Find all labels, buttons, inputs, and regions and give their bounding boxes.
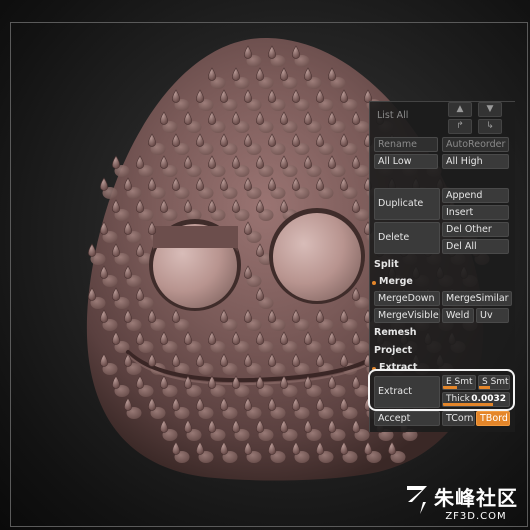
del-other-button[interactable]: Del Other [442,222,509,237]
rename-button[interactable]: Rename [374,137,438,152]
uv-button[interactable]: Uv [476,308,509,323]
arrow-up-right-icon[interactable]: ↱ [448,119,472,134]
delete-button[interactable]: Delete [374,222,440,254]
seed [100,177,108,191]
arrow-down-right-icon[interactable]: ↳ [478,119,502,134]
del-all-button[interactable]: Del All [442,239,509,254]
merge-visible-button[interactable]: MergeVisible [374,308,440,323]
extract-highlight-box [368,369,515,411]
all-low-button[interactable]: All Low [374,154,438,169]
arrow-down-button[interactable]: ▼ [478,102,502,117]
weld-button[interactable]: Weld [442,308,474,323]
merge-indicator-icon [372,281,376,285]
project-section[interactable]: Project [374,345,412,356]
merge-similar-button[interactable]: MergeSimilar [442,291,512,306]
list-all-button[interactable]: List All [374,109,440,124]
seed [88,243,96,257]
append-button[interactable]: Append [442,188,509,203]
watermark-chinese: 朱峰社区 [434,486,518,510]
insert-button[interactable]: Insert [442,205,509,220]
watermark: 朱峰社区 ZF3D.COM [407,482,518,522]
tcorner-button[interactable]: TCorn [442,411,475,426]
tborder-button[interactable]: TBord [476,411,510,426]
seed [112,155,120,169]
auto-reorder-button[interactable]: AutoReorder [442,137,509,152]
left-eye [149,219,241,311]
remesh-section[interactable]: Remesh [374,327,417,338]
zf3d-logo-icon [407,486,427,514]
merge-down-button[interactable]: MergeDown [374,291,440,306]
split-section[interactable]: Split [374,259,399,270]
arrow-up-button[interactable]: ▲ [448,102,472,117]
zbrush-canvas[interactable]: List All ▲ ▼ ↱ ↳ Rename AutoReorder All … [0,0,530,530]
right-eye [269,208,365,304]
accept-button[interactable]: Accept [374,411,440,426]
duplicate-button[interactable]: Duplicate [374,188,440,220]
merge-section[interactable]: Merge [379,276,413,287]
all-high-button[interactable]: All High [442,154,509,169]
watermark-site: ZF3D.COM [445,511,507,522]
